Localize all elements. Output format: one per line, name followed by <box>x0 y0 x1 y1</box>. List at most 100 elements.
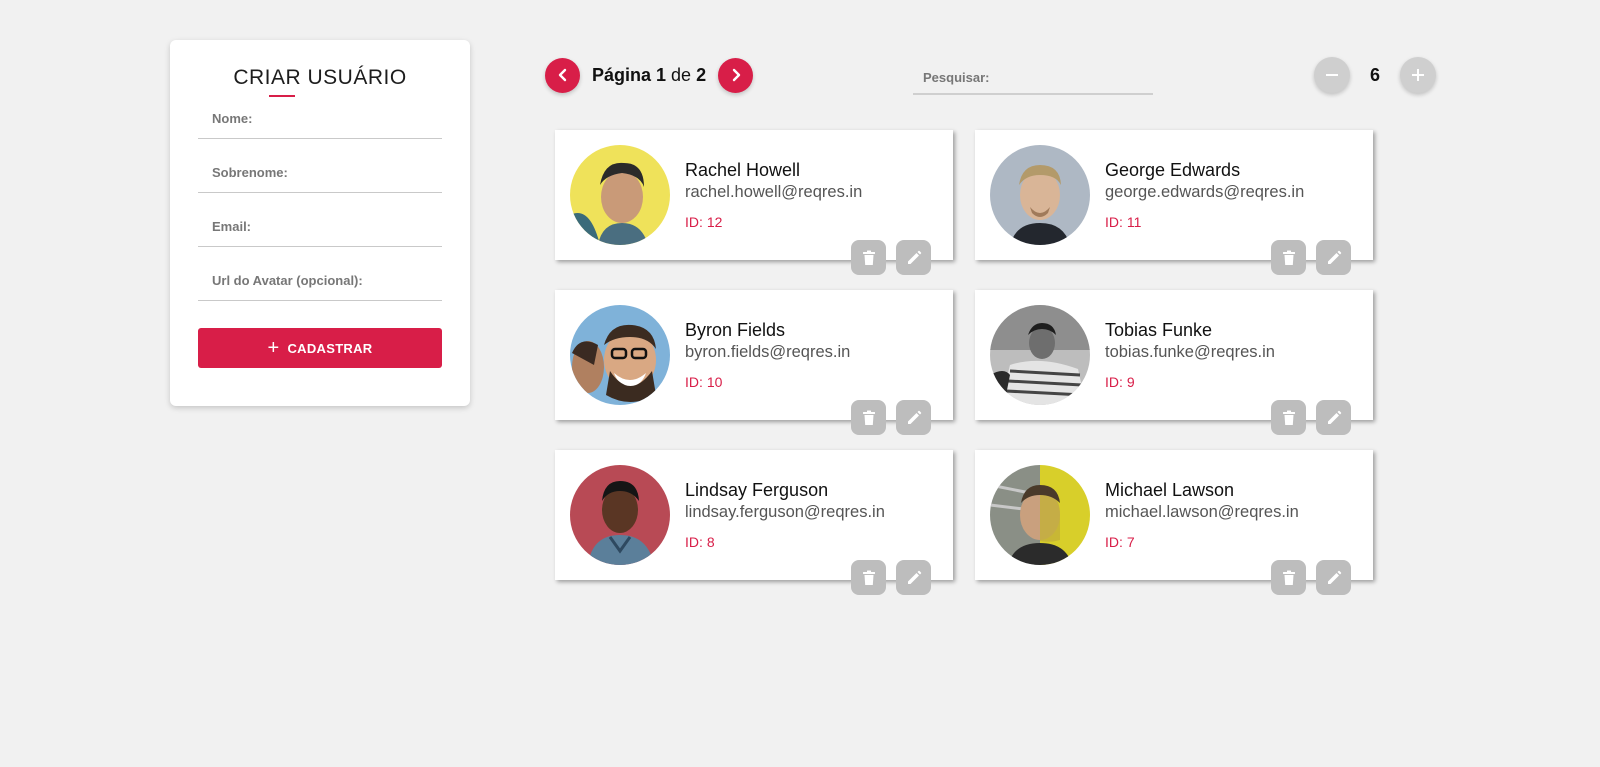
user-card: Byron Fields byron.fields@reqres.in ID: … <box>555 290 953 435</box>
user-id-value: 10 <box>706 374 723 390</box>
user-email: lindsay.ferguson@reqres.in <box>685 503 885 521</box>
pencil-icon <box>907 410 921 424</box>
user-email: tobias.funke@reqres.in <box>1105 343 1275 361</box>
user-card: Michael Lawson michael.lawson@reqres.in … <box>975 450 1373 595</box>
user-name: Rachel Howell <box>685 160 801 180</box>
per-page-stepper: 6 <box>1314 57 1436 93</box>
increment-per-page-button[interactable] <box>1400 57 1436 93</box>
user-id: ID: 9 <box>1105 374 1135 390</box>
user-id-value: 9 <box>1126 374 1135 390</box>
prev-page-button[interactable] <box>545 57 580 93</box>
of-word: de <box>671 64 692 85</box>
next-page-button[interactable] <box>718 57 754 93</box>
user-email: george.edwards@reqres.in <box>1105 183 1305 201</box>
edit-user-button[interactable] <box>1316 400 1351 435</box>
search-input[interactable] <box>913 62 1153 92</box>
page-word: Página <box>592 64 652 85</box>
user-id-value: 11 <box>1126 214 1142 230</box>
user-name: George Edwards <box>1105 160 1241 180</box>
last-name-input[interactable] <box>198 152 442 192</box>
user-name: Michael Lawson <box>1105 480 1235 500</box>
user-email: rachel.howell@reqres.in <box>685 183 863 201</box>
delete-user-button[interactable] <box>851 560 886 595</box>
title-underline <box>269 95 295 97</box>
email-input[interactable] <box>198 206 442 246</box>
trash-icon <box>862 570 875 585</box>
last-name-field-wrapper <box>198 139 442 193</box>
user-name: Lindsay Ferguson <box>685 480 829 500</box>
per-page-value: 6 <box>1369 64 1380 85</box>
user-id-label: ID: <box>685 534 703 550</box>
user-name: Tobias Funke <box>1105 320 1213 340</box>
user-id-label: ID: <box>1105 374 1123 390</box>
pencil-icon <box>1327 570 1341 584</box>
user-card: George Edwards george.edwards@reqres.in … <box>975 130 1373 275</box>
user-id: ID: 7 <box>1105 534 1135 550</box>
avatar <box>570 465 670 565</box>
delete-user-button[interactable] <box>851 400 886 435</box>
delete-user-button[interactable] <box>1271 240 1306 275</box>
create-user-panel: CRIAR USUÁRIO + CADASTRAR <box>170 40 470 406</box>
total-pages: 2 <box>696 64 707 85</box>
avatar-url-field-wrapper <box>198 247 442 301</box>
user-card: Rachel Howell rachel.howell@reqres.in ID… <box>555 130 953 275</box>
user-email: byron.fields@reqres.in <box>685 343 851 361</box>
user-id-label: ID: <box>685 214 703 230</box>
edit-user-button[interactable] <box>896 400 931 435</box>
avatar-url-input[interactable] <box>198 260 442 300</box>
card-actions <box>1271 240 1351 275</box>
delete-user-button[interactable] <box>1271 560 1306 595</box>
card-actions <box>1271 560 1351 595</box>
chevron-right-icon <box>732 68 740 82</box>
avatar <box>990 465 1090 565</box>
user-id-label: ID: <box>1105 534 1123 550</box>
cadastrar-button[interactable]: + CADASTRAR <box>198 328 442 368</box>
edit-user-button[interactable] <box>1316 240 1351 275</box>
search-field-wrapper <box>913 62 1153 95</box>
chevron-left-icon <box>558 68 566 82</box>
plus-icon <box>1412 69 1424 81</box>
user-card: Tobias Funke tobias.funke@reqres.in ID: … <box>975 290 1373 435</box>
user-card-grid: Rachel Howell rachel.howell@reqres.in ID… <box>555 130 1373 595</box>
pencil-icon <box>907 570 921 584</box>
user-id: ID: 10 <box>685 374 722 390</box>
user-name: Byron Fields <box>685 320 786 340</box>
card-actions <box>1271 400 1351 435</box>
trash-icon <box>1282 250 1295 265</box>
email-field-wrapper <box>198 193 442 247</box>
user-id: ID: 12 <box>685 214 722 230</box>
pencil-icon <box>907 250 921 264</box>
pencil-icon <box>1327 410 1341 424</box>
edit-user-button[interactable] <box>896 240 931 275</box>
delete-user-button[interactable] <box>851 240 886 275</box>
current-page: 1 <box>656 64 667 85</box>
avatar <box>990 145 1090 245</box>
user-id: ID: 11 <box>1105 214 1141 230</box>
decrement-per-page-button[interactable] <box>1314 57 1350 93</box>
first-name-field-wrapper <box>198 98 442 139</box>
trash-icon <box>1282 410 1295 425</box>
trash-icon <box>1282 570 1295 585</box>
avatar <box>990 305 1090 405</box>
delete-user-button[interactable] <box>1271 400 1306 435</box>
edit-user-button[interactable] <box>1316 560 1351 595</box>
user-id: ID: 8 <box>685 534 715 550</box>
avatar <box>570 305 670 405</box>
first-name-input[interactable] <box>198 98 442 138</box>
card-actions <box>851 400 931 435</box>
create-user-fields <box>198 98 442 301</box>
create-user-title: CRIAR USUÁRIO <box>233 66 407 89</box>
pencil-icon <box>1327 250 1341 264</box>
user-card: Lindsay Ferguson lindsay.ferguson@reqres… <box>555 450 953 595</box>
user-id-value: 12 <box>706 214 723 230</box>
user-id-value: 7 <box>1126 534 1135 550</box>
avatar <box>570 145 670 245</box>
user-id-label: ID: <box>685 374 703 390</box>
user-id-value: 8 <box>706 534 715 550</box>
user-email: michael.lawson@reqres.in <box>1105 503 1299 521</box>
user-id-label: ID: <box>1105 214 1123 230</box>
card-actions <box>851 240 931 275</box>
pagination: Página 1 de 2 <box>545 57 754 93</box>
card-actions <box>851 560 931 595</box>
edit-user-button[interactable] <box>896 560 931 595</box>
